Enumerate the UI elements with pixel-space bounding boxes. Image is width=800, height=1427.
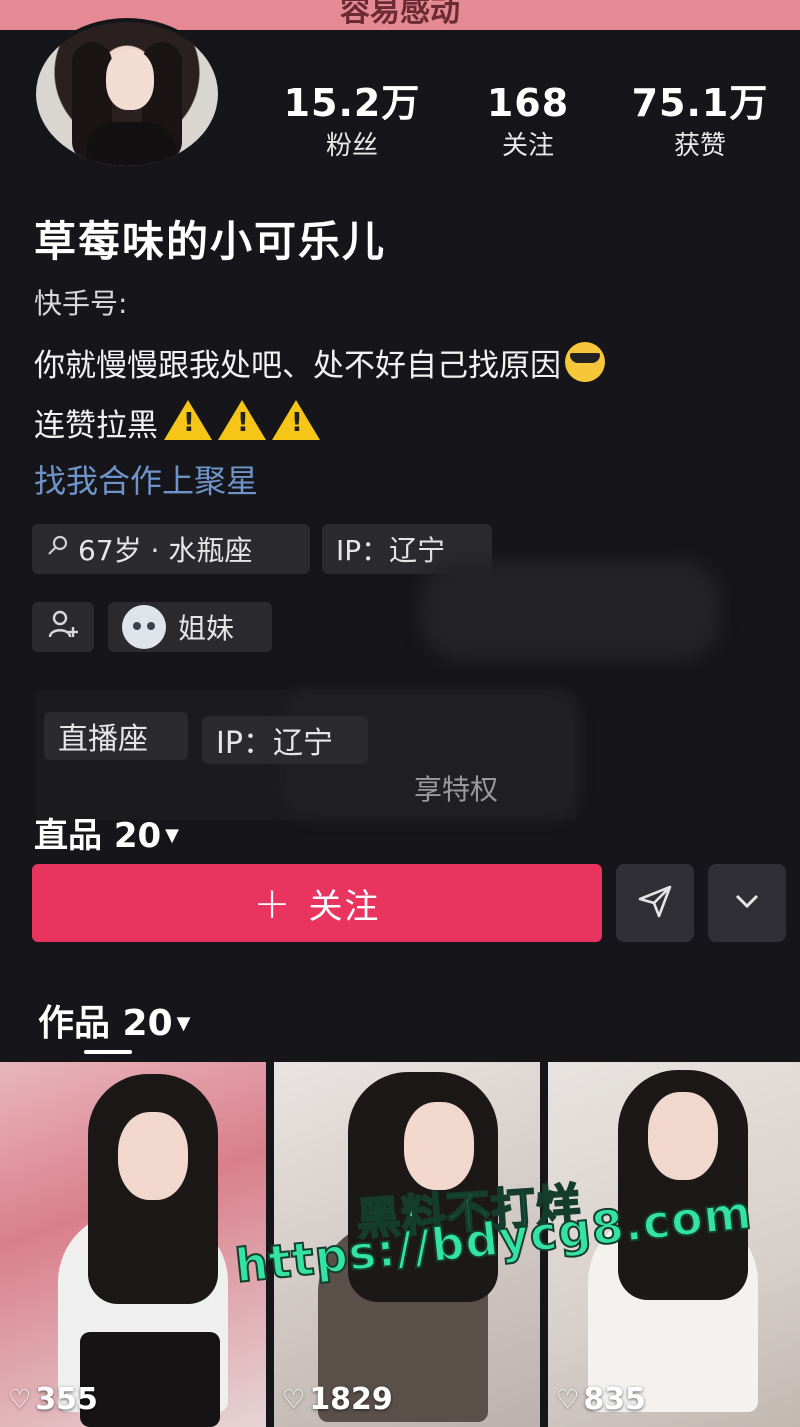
stat-likes[interactable]: 75.1万 获赞 [620,80,780,166]
stat-followers-label: 粉丝 [325,131,378,161]
share-button[interactable] [616,864,694,942]
video-likes-count: 355 [35,1382,98,1417]
bio-line-1: 你就慢慢跟我处吧、处不好自己找原因 [34,340,605,385]
warning-icon [272,400,320,440]
chevron-down-icon [729,883,765,923]
bio-line-1-text: 你就慢慢跟我处吧、处不好自己找原因 [34,348,561,384]
ghost-works-label: 直品 20 ▼ [34,808,179,857]
caret-down-icon: ▼ [176,1013,191,1034]
heart-outline-icon: ♡ [8,1384,32,1415]
ghost-chip-1: 直播座 [44,712,188,760]
search-person-icon [46,534,70,564]
stat-following-value: 168 [486,81,570,125]
sunglasses-emoji-icon [565,342,605,382]
tab-works-label: 作品 20 [38,1003,173,1044]
stat-likes-label: 获赞 [673,131,726,161]
sister-tag-chip[interactable]: 姐妹 [108,602,272,652]
heart-outline-icon: ♡ [556,1384,580,1415]
video-likes-count: 835 [583,1382,646,1417]
ghost-chip-1-text: 直播座 [58,722,148,757]
plus-icon: + [253,877,293,929]
avatar[interactable] [32,18,222,170]
ghost-works-label-text: 直品 20 [34,816,162,856]
ghost-chip-2: IP：辽宁 [202,716,368,764]
stat-following[interactable]: 168 关注 [448,80,608,166]
stat-following-label: 关注 [501,131,554,161]
age-zodiac-chip: 67岁 · 水瓶座 [32,524,310,574]
tab-underline [84,1050,132,1054]
caret-down-icon: ▼ [165,825,179,846]
video-thumbnail[interactable]: ♡ 355 [0,1062,266,1427]
profile-name: 草莓味的小可乐儿 [34,217,387,266]
add-friend-button[interactable] [32,602,94,652]
blurred-region [420,560,720,660]
kuaishou-id-label: 快手号: [34,287,128,320]
warning-icon [164,400,212,440]
video-likes: ♡ 835 [556,1382,646,1417]
follow-label: 关注 [308,886,381,927]
sister-text: 姐妹 [178,612,235,645]
warning-icon [218,400,266,440]
ghost-chip-2-text: IP：辽宁 [216,726,333,761]
paper-plane-icon [635,881,675,925]
age-zodiac-text: 67岁 · 水瓶座 [78,534,253,567]
video-likes: ♡ 1829 [282,1382,393,1417]
bio-line-2: 连赞拉黑 [34,400,320,445]
tab-works[interactable]: 作品 20 ▼ [38,994,190,1046]
collab-link[interactable]: 找我合作上聚星 [34,456,258,502]
add-friend-icon [46,607,80,648]
video-likes: ♡ 355 [8,1382,98,1417]
stat-followers-value: 15.2万 [283,81,421,125]
ip-text: IP：辽宁 [336,534,446,567]
follow-button[interactable]: + 关注 [32,864,602,942]
heart-outline-icon: ♡ [282,1384,306,1415]
ghost-privilege-text: 享特权 [414,773,499,806]
bio-line-2-text: 连赞拉黑 [34,408,158,444]
stat-followers[interactable]: 15.2万 粉丝 [272,80,432,166]
stat-likes-value: 75.1万 [631,81,769,125]
more-button[interactable] [708,864,786,942]
sister-face-icon [122,605,166,649]
video-likes-count: 1829 [309,1382,393,1417]
